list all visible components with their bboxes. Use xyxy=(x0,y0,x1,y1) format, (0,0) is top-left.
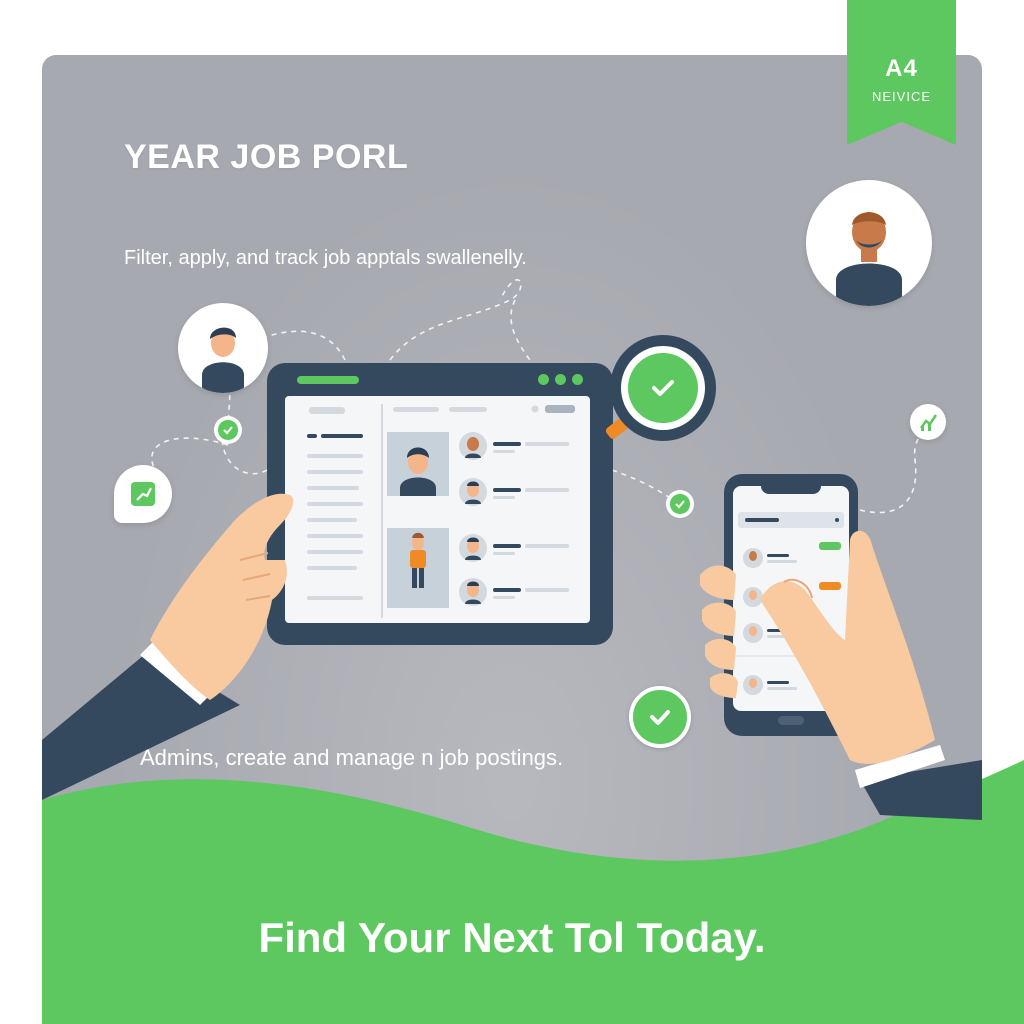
job-list-mockup xyxy=(307,404,575,618)
phone-job-list xyxy=(733,512,849,695)
call-to-action: Find Your Next Tol Today. xyxy=(258,914,766,961)
tablet-device xyxy=(267,363,613,645)
green-wave-footer xyxy=(42,760,1024,1024)
phone-home-button xyxy=(778,716,804,725)
phone-device xyxy=(724,474,858,736)
chart-chat-icon xyxy=(114,465,172,523)
check-icon xyxy=(628,353,698,423)
tablet-screen xyxy=(285,396,590,623)
magnifier-icon xyxy=(610,335,716,441)
user-avatar-icon xyxy=(806,180,932,306)
window-controls xyxy=(538,374,583,385)
admin-note: Admins, create and manage n job postings… xyxy=(140,745,564,770)
check-icon xyxy=(666,490,694,518)
check-icon xyxy=(629,686,691,748)
phone-screen xyxy=(733,486,849,711)
check-icon xyxy=(214,416,242,444)
user-avatar-icon xyxy=(178,303,268,393)
phone-notch xyxy=(761,480,821,494)
chart-icon xyxy=(910,404,946,440)
tablet-brand-bar xyxy=(297,376,359,384)
